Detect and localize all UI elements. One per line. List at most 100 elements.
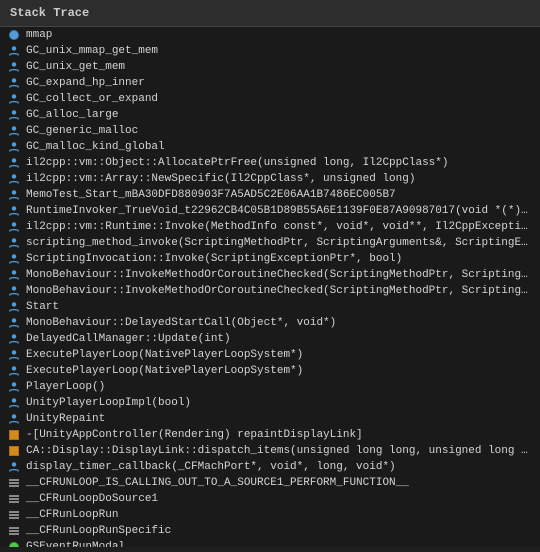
stack-row-label: ExecutePlayerLoop(NativePlayerLoopSystem… [26,348,303,362]
stack-row-label: RuntimeInvoker_TrueVoid_t22962CB4C05B1D8… [26,204,534,218]
person-icon [6,252,22,266]
stack-row[interactable]: MonoBehaviour::InvokeMethodOrCoroutineCh… [0,267,540,283]
stack-row[interactable]: __CFRunLoopRun [0,507,540,523]
stack-row[interactable]: CA::Display::DisplayLink::dispatch_items… [0,443,540,459]
lines-icon [6,492,22,506]
stack-row[interactable]: DelayedCallManager::Update(int) [0,331,540,347]
stack-row[interactable]: -[UnityAppController(Rendering) repaintD… [0,427,540,443]
stack-row-label: il2cpp::vm::Object::AllocatePtrFree(unsi… [26,156,448,170]
stack-row-label: GC_unix_get_mem [26,60,125,74]
stack-row-label: GC_alloc_large [26,108,118,122]
stack-row-label: GC_malloc_kind_global [26,140,165,154]
stack-row[interactable]: ScriptingInvocation::Invoke(ScriptingExc… [0,251,540,267]
stack-row-label: scripting_method_invoke(ScriptingMethodP… [26,236,534,250]
person-icon [6,412,22,426]
stack-row-label: MonoBehaviour::InvokeMethodOrCoroutineCh… [26,284,534,298]
stack-row-label: UnityRepaint [26,412,105,426]
person-icon [6,44,22,58]
person-icon [6,364,22,378]
stack-list[interactable]: mmap GC_unix_mmap_get_mem GC_unix_get_me… [0,27,540,547]
square-orange-icon [6,444,22,458]
stack-row-label: __CFRunLoopDoSource1 [26,492,158,506]
person-icon [6,460,22,474]
stack-row-label: PlayerLoop() [26,380,105,394]
person-icon [6,108,22,122]
green-circle-icon [6,540,22,547]
stack-row[interactable]: GC_generic_malloc [0,123,540,139]
stack-row-label: DelayedCallManager::Update(int) [26,332,231,346]
stack-row[interactable]: __CFRunLoopRunSpecific [0,523,540,539]
stack-row[interactable]: ExecutePlayerLoop(NativePlayerLoopSystem… [0,347,540,363]
person-icon [6,396,22,410]
panel-title: Stack Trace [10,6,89,20]
stack-row-label: __CFRunLoopRun [26,508,118,522]
stack-row[interactable]: GC_collect_or_expand [0,91,540,107]
stack-row[interactable]: UnityPlayerLoopImpl(bool) [0,395,540,411]
person-icon [6,300,22,314]
person-icon [6,316,22,330]
stack-row-label: ScriptingInvocation::Invoke(ScriptingExc… [26,252,402,266]
person-icon [6,92,22,106]
stack-row[interactable]: GC_malloc_kind_global [0,139,540,155]
stack-row[interactable]: __CFRUNLOOP_IS_CALLING_OUT_TO_A_SOURCE1_… [0,475,540,491]
stack-row[interactable]: GC_expand_hp_inner [0,75,540,91]
person-icon [6,284,22,298]
stack-row-label: GC_expand_hp_inner [26,76,145,90]
stack-row[interactable]: display_timer_callback(_CFMachPort*, voi… [0,459,540,475]
stack-row-label: GC_collect_or_expand [26,92,158,106]
stack-row[interactable]: GC_unix_get_mem [0,59,540,75]
stack-row[interactable]: scripting_method_invoke(ScriptingMethodP… [0,235,540,251]
panel-header: Stack Trace [0,0,540,27]
lines-icon [6,524,22,538]
stack-row[interactable]: il2cpp::vm::Runtime::Invoke(MethodInfo c… [0,219,540,235]
person-icon [6,348,22,362]
stack-row-label: Start [26,300,59,314]
stack-row[interactable]: GSEventRunModal [0,539,540,547]
stack-row[interactable]: MemoTest_Start_mBA30DFD880903F7A5AD5C2E0… [0,187,540,203]
stack-row-label: -[UnityAppController(Rendering) repaintD… [26,428,363,442]
stack-row[interactable]: ExecutePlayerLoop(NativePlayerLoopSystem… [0,363,540,379]
person-icon [6,140,22,154]
stack-row-label: mmap [26,28,52,42]
person-icon [6,204,22,218]
person-icon [6,156,22,170]
stack-row-label: MemoTest_Start_mBA30DFD880903F7A5AD5C2E0… [26,188,396,202]
stack-row-label: __CFRunLoopRunSpecific [26,524,171,538]
stack-row[interactable]: il2cpp::vm::Object::AllocatePtrFree(unsi… [0,155,540,171]
stack-row[interactable]: il2cpp::vm::Array::NewSpecific(Il2CppCla… [0,171,540,187]
stack-row-label: UnityPlayerLoopImpl(bool) [26,396,191,410]
stack-row-label: GSEventRunModal [26,540,125,547]
person-icon [6,268,22,282]
stack-row-label: il2cpp::vm::Array::NewSpecific(Il2CppCla… [26,172,415,186]
stack-row[interactable]: UnityRepaint [0,411,540,427]
stack-row[interactable]: GC_alloc_large [0,107,540,123]
person-icon [6,236,22,250]
stack-row[interactable]: RuntimeInvoker_TrueVoid_t22962CB4C05B1D8… [0,203,540,219]
stack-row[interactable]: Start [0,299,540,315]
stack-row-label: MonoBehaviour::InvokeMethodOrCoroutineCh… [26,268,534,282]
stack-row[interactable]: mmap [0,27,540,43]
stack-row-label: __CFRUNLOOP_IS_CALLING_OUT_TO_A_SOURCE1_… [26,476,409,490]
circle-blue-icon [6,28,22,42]
person-icon [6,220,22,234]
person-icon [6,124,22,138]
stack-row-label: GC_unix_mmap_get_mem [26,44,158,58]
person-icon [6,60,22,74]
stack-trace-panel: Stack Trace mmap GC_unix_mmap_get_mem GC… [0,0,540,547]
stack-row[interactable]: MonoBehaviour::DelayedStartCall(Object*,… [0,315,540,331]
square-orange-icon [6,428,22,442]
stack-row-label: MonoBehaviour::DelayedStartCall(Object*,… [26,316,336,330]
stack-row-label: ExecutePlayerLoop(NativePlayerLoopSystem… [26,364,303,378]
stack-row-label: il2cpp::vm::Runtime::Invoke(MethodInfo c… [26,220,534,234]
stack-row[interactable]: MonoBehaviour::InvokeMethodOrCoroutineCh… [0,283,540,299]
stack-row[interactable]: __CFRunLoopDoSource1 [0,491,540,507]
stack-row-label: CA::Display::DisplayLink::dispatch_items… [26,444,534,458]
person-icon [6,188,22,202]
stack-row[interactable]: GC_unix_mmap_get_mem [0,43,540,59]
lines-icon [6,476,22,490]
person-icon [6,332,22,346]
stack-row-label: GC_generic_malloc [26,124,138,138]
person-icon [6,76,22,90]
person-icon [6,172,22,186]
stack-row[interactable]: PlayerLoop() [0,379,540,395]
